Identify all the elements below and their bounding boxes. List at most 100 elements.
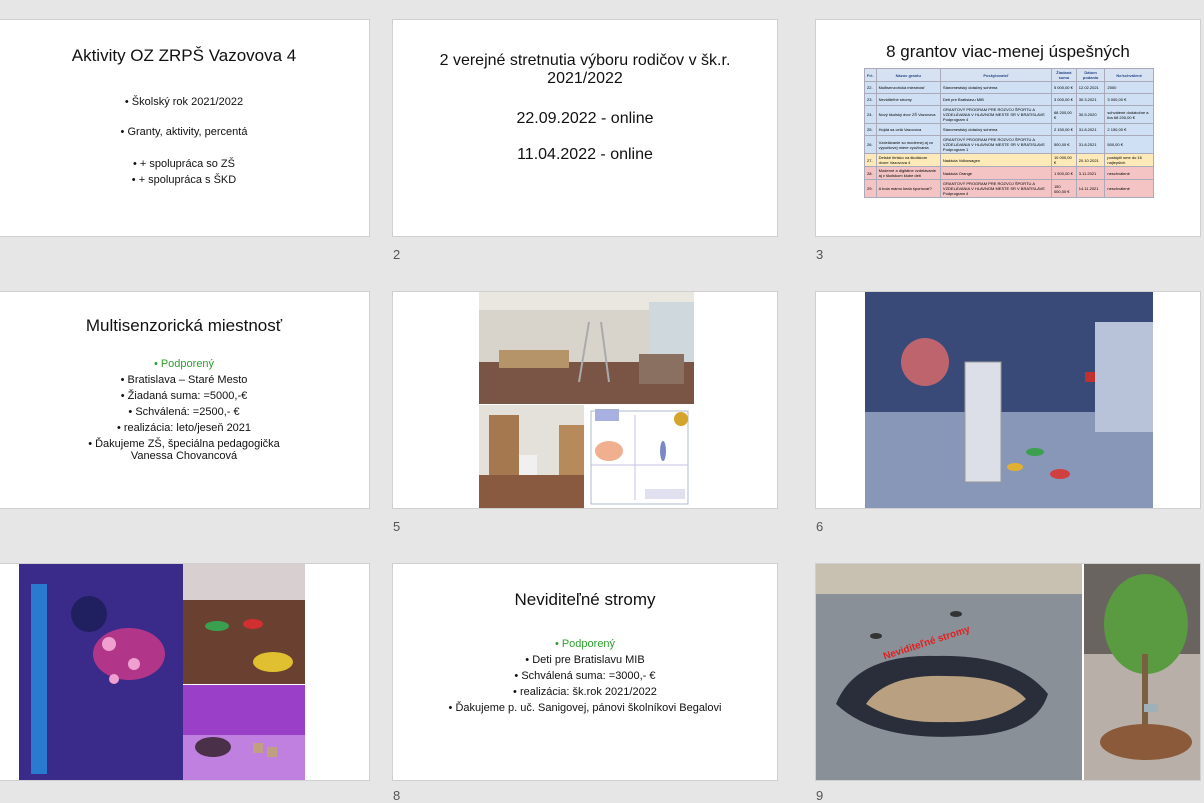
slide-bullet: • realizácia: šk.rok 2021/2022	[513, 686, 657, 698]
table-cell: Deti pre Bratislavu MIB	[939, 93, 1052, 106]
table-cell: 31.8.2021	[1075, 135, 1106, 154]
tree-photo	[1084, 564, 1200, 780]
slide-title: Multisenzorická miestnosť	[85, 316, 283, 335]
table-row: 28. Moderné a digitálne vzdelávanie aj v…	[864, 166, 1154, 180]
slide-number: 2	[393, 247, 401, 262]
table-cell: 3 000,00 €	[1050, 93, 1077, 106]
slide-bullet: • Bratislava – Staré Mesto	[120, 374, 248, 386]
table-cell: 29.	[864, 179, 877, 198]
table-cell: 31.8.2021	[1075, 123, 1106, 136]
slide-number: 3	[816, 247, 824, 262]
slide-thumbnail-7[interactable]	[0, 563, 370, 781]
slide-thumbnail-9[interactable]: Neviditeľné stromy	[815, 563, 1201, 781]
table-cell: Staromestský dotačný schéma	[939, 81, 1052, 94]
table-cell: 500,00 €	[1104, 135, 1154, 154]
table-cell: 23.	[864, 93, 877, 106]
table-cell: 20.10.2021	[1075, 153, 1106, 167]
table-row: 23. Neviditeľné stromy Deti pre Bratisla…	[864, 93, 1154, 106]
table-cell: 3.11.2021	[1075, 166, 1106, 180]
table-cell: Nový školský dvor ZŠ Vazovova	[875, 105, 941, 124]
slide-thumbnail-6[interactable]	[815, 291, 1201, 509]
table-cell: 150 000,00 €	[1050, 179, 1077, 198]
table-cell: Nadácia Orange	[939, 166, 1052, 180]
slide-thumbnail-8[interactable]: Neviditeľné stromy • Podporený • Deti pr…	[392, 563, 778, 781]
slide-bullet: • Školský rok 2021/2022	[124, 96, 244, 108]
table-cell: 68 200,00 €	[1050, 105, 1077, 124]
classroom-photo	[479, 405, 584, 508]
slide-thumbnail-4[interactable]: Multisenzorická miestnosť • Podporený • …	[0, 291, 370, 509]
slide-thumbnail-2[interactable]: 2 verejné stretnutia výboru rodičov v šk…	[392, 19, 778, 237]
slide-date: 22.09.2022 - online	[516, 110, 654, 127]
table-cell: GRANTOVÝ PROGRAM PRE ROZVOJ ŠPORTU A VZD…	[939, 179, 1052, 198]
sensory-room-photo	[865, 292, 1153, 508]
slide-thumbnail-3[interactable]: 8 grantov viac-menej úspešných P.č. Názo…	[815, 19, 1201, 237]
table-header: Žiadaná suma	[1050, 68, 1077, 82]
slide-title: Neviditeľné stromy	[514, 590, 656, 609]
table-cell: Moderné a digitálne vzdelávanie aj v ško…	[875, 166, 941, 180]
table-cell: postúpili sme do 16 najlepších	[1104, 153, 1154, 167]
table-cell: 22.	[864, 81, 877, 94]
slide-bullet: • Ďakujeme p. uč. Sanigovej, pánovi škol…	[448, 702, 722, 714]
table-cell: 500,00 €	[1050, 135, 1077, 154]
table-cell: 26.	[864, 135, 877, 154]
table-cell: Hojdá sa celá Vazovova	[875, 123, 941, 136]
slide-bullet: • Granty, aktivity, percentá	[120, 126, 248, 138]
table-cell: A bola mámo keda športovať?	[875, 179, 941, 198]
slide-bullet: • Deti pre Bratislavu MIB	[525, 654, 645, 666]
table-cell: 1 500,00 €	[1050, 166, 1077, 180]
table-cell: Staromestský dotačný schéma	[939, 123, 1052, 136]
status-label: • Podporený	[153, 358, 215, 370]
slide-bullet: • Schválená: =2500,- €	[128, 406, 240, 418]
table-cell: 27.	[864, 153, 877, 167]
table-row: 24. Nový školský dvor ZŠ Vazovova GRANTO…	[864, 105, 1154, 124]
floor-stones-photo	[183, 564, 305, 684]
table-header: Dátum podania	[1075, 68, 1106, 82]
slide-title: 2 verejné stretnutia výboru rodičov v šk…	[439, 52, 731, 87]
slide-title: 8 grantov viac-menej úspešných	[886, 42, 1130, 61]
table-cell: 2 150,00 €	[1104, 123, 1154, 136]
slide-date: 11.04.2022 - online	[517, 146, 653, 163]
table-cell: 30.5.2020	[1075, 105, 1106, 124]
table-cell: 30.3.2021	[1075, 93, 1106, 106]
table-cell: neschválené	[1104, 166, 1154, 180]
table-cell: 2 150,00 €	[1050, 123, 1077, 136]
slide-title: Aktivity OZ ZRPŠ Vazovova 4	[71, 46, 297, 65]
table-cell: 10 000,00 €	[1050, 153, 1077, 167]
table-cell: GRANTOVÝ PROGRAM PRE ROZVOJ ŠPORTU A VZD…	[939, 105, 1052, 124]
table-row: 26. Vzdelávanie so modernej aj vo výpočt…	[864, 135, 1154, 154]
status-label: • Podporený	[554, 638, 616, 650]
table-header: Názov grantu	[875, 68, 941, 82]
table-cell: 3 000,00 €	[1104, 93, 1154, 106]
slide-bullet: • Ďakujeme ZŠ, špeciálna pedagogička Van…	[88, 438, 280, 462]
table-header: P.č.	[864, 68, 877, 82]
table-row: 22. Multisenzorická miestnosť Staromests…	[864, 81, 1154, 94]
slide-number: 9	[816, 788, 824, 803]
table-header: Poskytovateľ	[939, 68, 1052, 82]
table-cell: Nadácia Volkswagen	[939, 153, 1052, 167]
slide-bullet: • realizácia: leto/jeseň 2021	[116, 422, 252, 434]
table-cell: Detské ihrisko na školskom dvore Vazovov…	[875, 153, 941, 167]
schoolyard-photo: Neviditeľné stromy	[816, 564, 1082, 780]
table-cell: 12.02.2021	[1075, 81, 1106, 94]
slide-bullet: • + spolupráca so ZŠ	[133, 158, 235, 170]
slide-bullet: • Schválená suma: =3000,- €	[514, 670, 656, 682]
table-cell: GRANTOVÝ PROGRAM PRE ROZVOJ ŠPORTU A VZD…	[939, 135, 1052, 154]
table-cell: Neviditeľné stromy	[875, 93, 941, 106]
table-cell: 5 000,00 €	[1050, 81, 1077, 94]
table-cell: Vzdelávanie so modernej aj vo výpočtovej…	[875, 135, 941, 154]
table-cell: 28.	[864, 166, 877, 180]
sensory-toys-photo	[183, 685, 305, 780]
room-plan-diagram	[585, 405, 694, 508]
table-cell: neschválené	[1104, 179, 1154, 198]
slide-number: 5	[393, 519, 401, 534]
slide-thumbnail-5[interactable]	[392, 291, 778, 509]
table-cell: 24.	[864, 105, 877, 124]
slide-bullet: • + spolupráca s ŠKD	[131, 174, 237, 186]
table-row: 25. Hojdá sa celá Vazovova Staromestský …	[864, 123, 1154, 136]
renovation-photo	[479, 292, 694, 404]
table-row: 27. Detské ihrisko na školskom dvore Vaz…	[864, 153, 1154, 167]
table-row: 29. A bola mámo keda športovať? GRANTOVÝ…	[864, 179, 1154, 198]
slide-thumbnail-1[interactable]: Aktivity OZ ZRPŠ Vazovova 4 • Školský ro…	[0, 19, 370, 237]
grants-table: P.č. Názov grantu Poskytovateľ Žiadaná s…	[864, 68, 1154, 198]
bubble-tube-photo	[19, 564, 183, 780]
